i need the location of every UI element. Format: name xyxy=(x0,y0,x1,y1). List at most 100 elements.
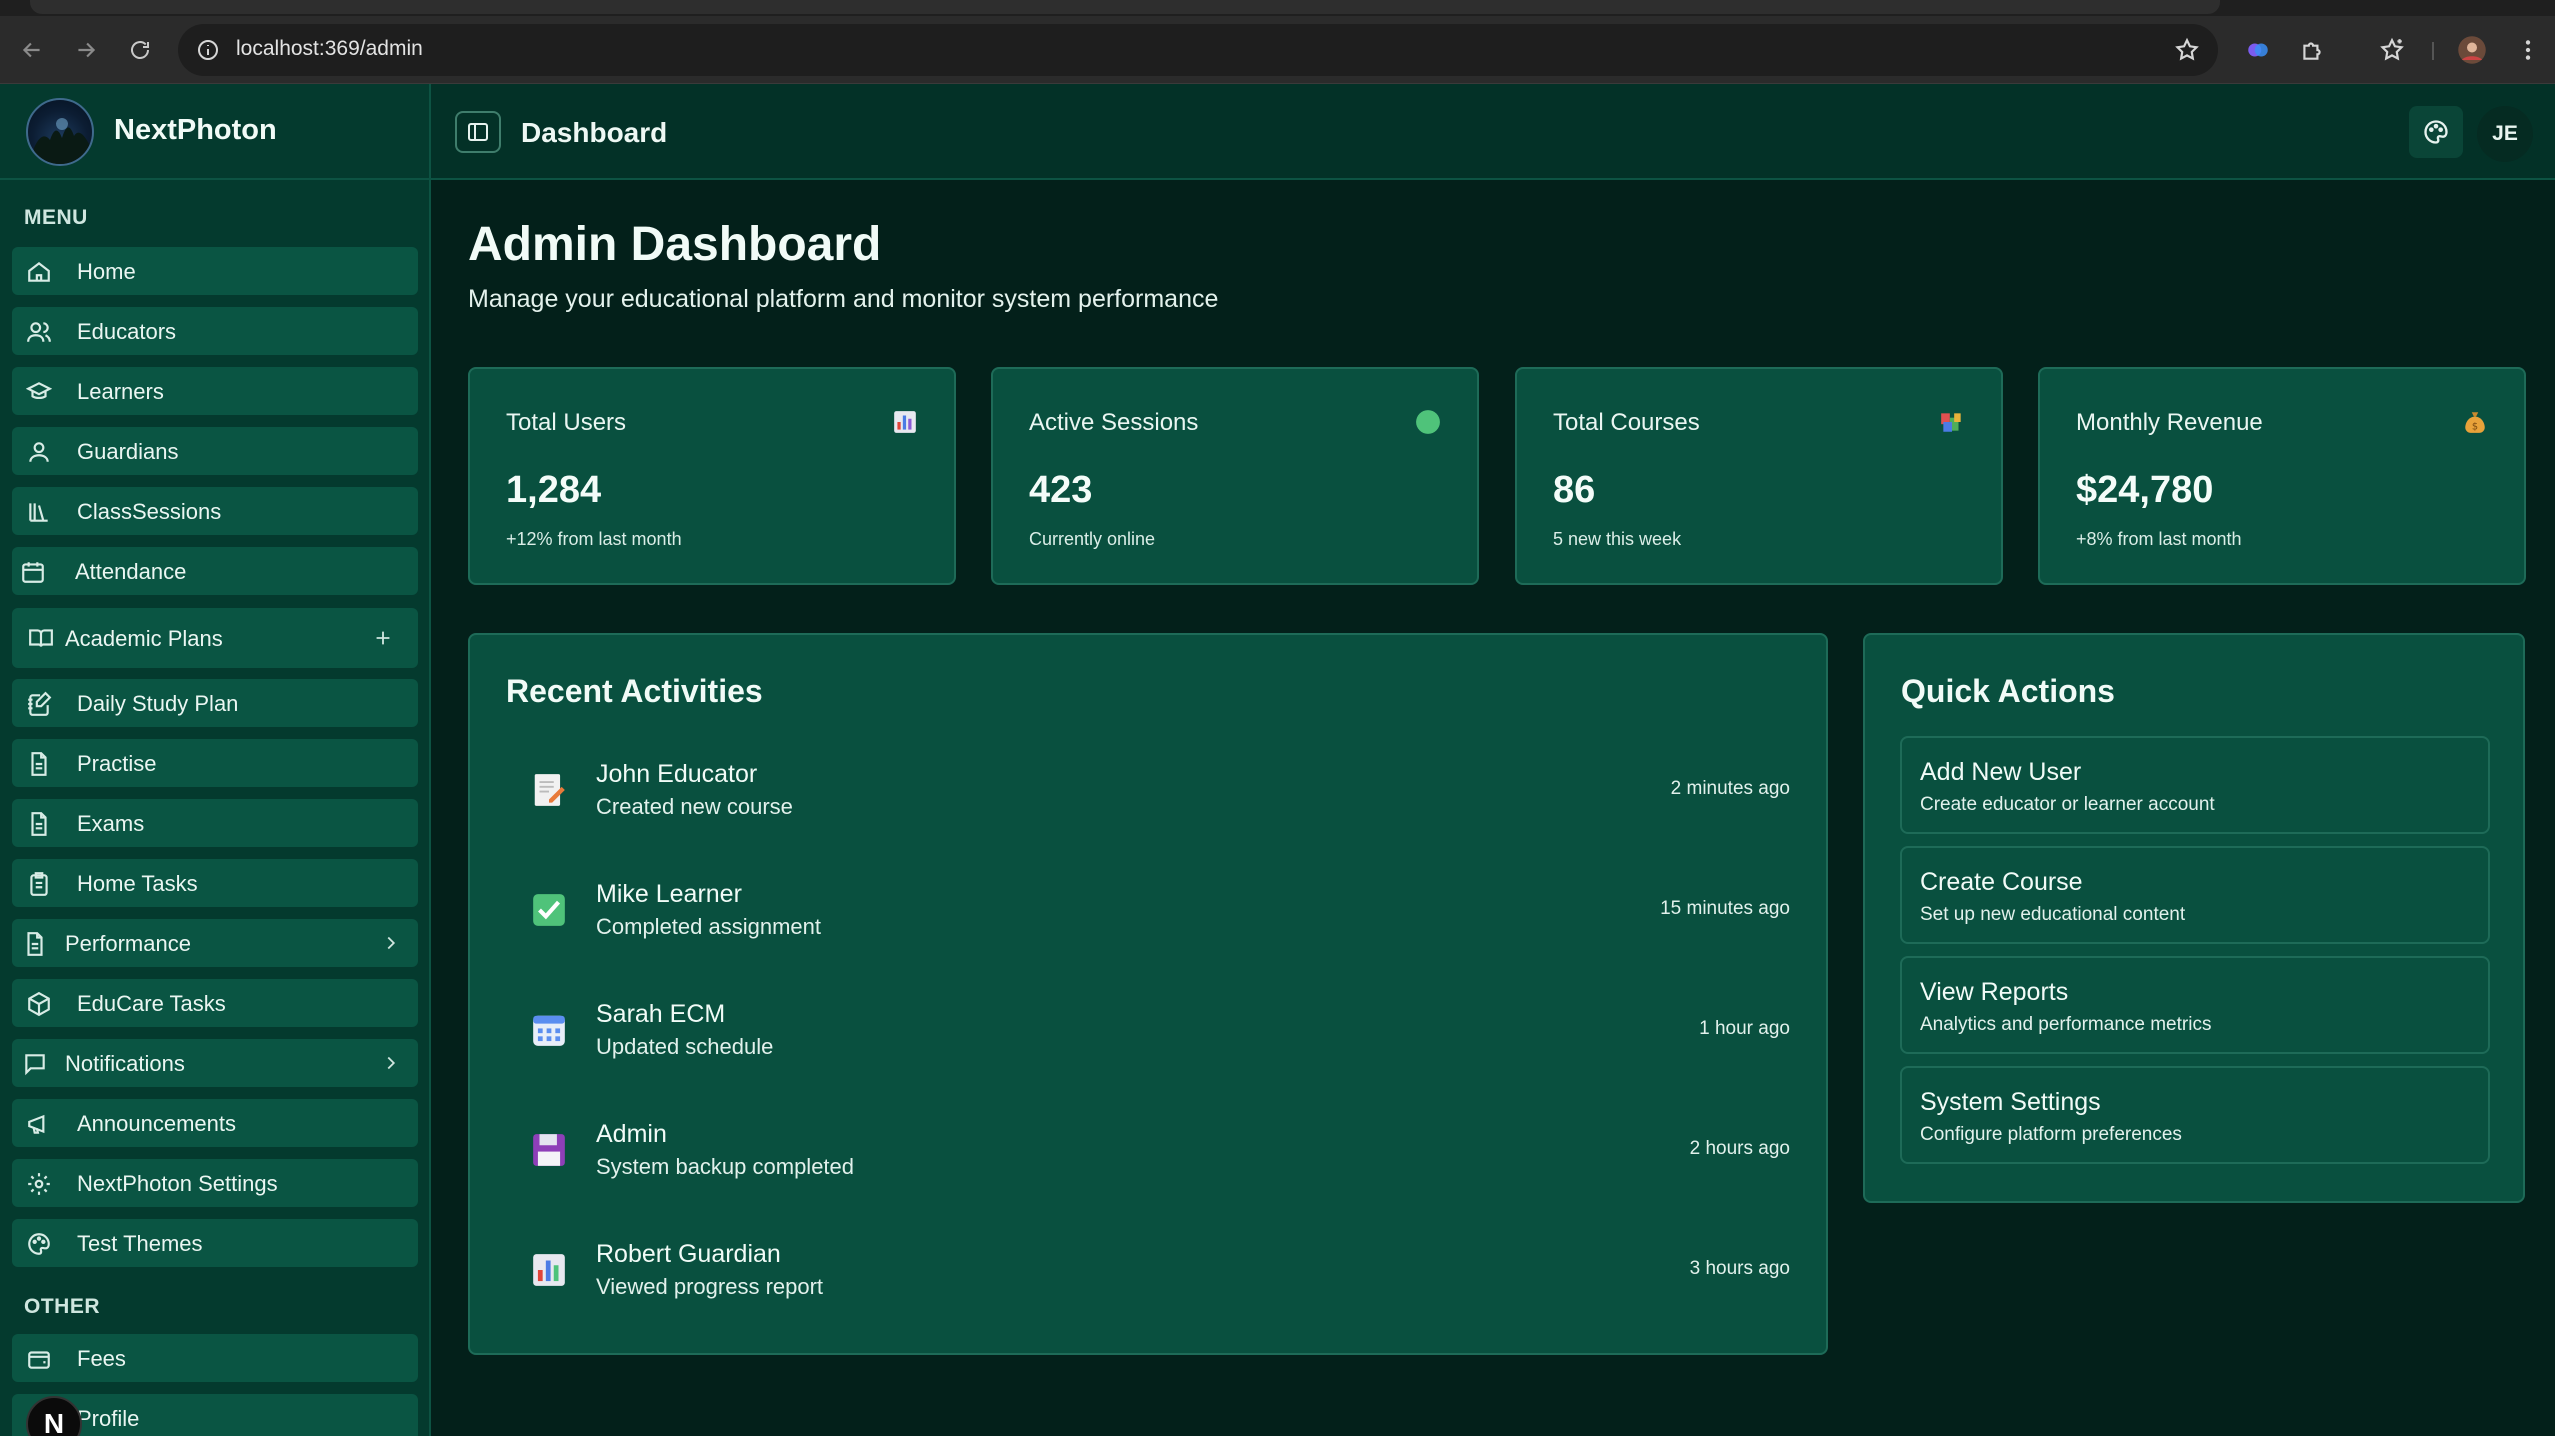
quick-action-description: Configure platform preferences xyxy=(1920,1124,2182,1145)
panel-left-icon xyxy=(468,123,488,141)
activity-user: Robert Guardian xyxy=(596,1240,781,1268)
chevron-right-icon[interactable] xyxy=(380,1052,402,1074)
stat-label: Monthly Revenue xyxy=(2076,409,2263,436)
top-header: Dashboard JE xyxy=(431,84,2555,180)
megaphone-icon xyxy=(28,1114,45,1134)
stat-note: 5 new this week xyxy=(1553,529,1682,549)
quick-action-title: View Reports xyxy=(1920,978,2069,1006)
quick-action-add-new-user[interactable]: Add New User Create educator or learner … xyxy=(1900,736,2490,834)
books-emoji-icon xyxy=(1941,413,1961,432)
stat-label: Total Courses xyxy=(1553,409,1700,436)
bookmarks-icon[interactable] xyxy=(2376,34,2408,66)
sidebar-toggle-button[interactable] xyxy=(455,111,501,153)
extensions-puzzle-icon[interactable] xyxy=(2296,34,2328,66)
activity-user: Mike Learner xyxy=(596,880,742,908)
sidebar-item-nextphoton-settings[interactable]: NextPhoton Settings xyxy=(12,1159,418,1207)
sidebar-item-label: Performance xyxy=(65,931,191,956)
url-text[interactable]: localhost:369/admin xyxy=(236,37,423,61)
activity-time: 15 minutes ago xyxy=(1660,898,1790,919)
wallet-icon xyxy=(28,1351,50,1369)
stat-card-monthly-revenue: Monthly Revenue $ $24,780 +8% from last … xyxy=(2038,367,2526,585)
sidebar-item-educators[interactable]: Educators xyxy=(12,307,418,355)
user-avatar[interactable]: JE xyxy=(2477,106,2533,162)
sidebar-item-test-themes[interactable]: Test Themes xyxy=(12,1219,418,1267)
browser-menu-icon[interactable] xyxy=(2512,34,2544,66)
stat-note: +8% from last month xyxy=(2076,529,2242,549)
sidebar-item-label: Profile xyxy=(77,1406,140,1431)
sidebar-item-exams[interactable]: Exams xyxy=(12,799,418,847)
activity-item: Sarah ECM Updated schedule 1 hour ago xyxy=(506,980,1806,1080)
brand-header[interactable]: NextPhoton xyxy=(0,84,429,180)
sidebar: NextPhoton MENU Home Educators Learners … xyxy=(0,84,431,1436)
sidebar-item-performance[interactable]: Performance xyxy=(12,919,418,967)
file-text-icon xyxy=(31,812,47,836)
activity-time: 2 minutes ago xyxy=(1670,778,1790,799)
sidebar-item-notifications[interactable]: Notifications xyxy=(12,1039,418,1087)
activity-time: 1 hour ago xyxy=(1699,1018,1790,1039)
page-title: Admin Dashboard xyxy=(468,218,882,271)
activity-description: Completed assignment xyxy=(596,914,822,939)
bookmark-star-icon[interactable] xyxy=(2174,37,2200,63)
settings-icon xyxy=(28,1173,50,1195)
activity-user: Admin xyxy=(596,1120,667,1148)
quick-action-title: System Settings xyxy=(1920,1088,2101,1116)
sidebar-item-label: Guardians xyxy=(77,439,179,464)
sidebar-item-label: Learners xyxy=(77,379,164,404)
activity-time: 3 hours ago xyxy=(1689,1258,1790,1279)
money-bag-icon: $ xyxy=(2465,412,2485,433)
sidebar-item-classsessions[interactable]: ClassSessions xyxy=(12,487,418,535)
sidebar-item-practise[interactable]: Practise xyxy=(12,739,418,787)
stat-value: 1,284 xyxy=(506,469,602,511)
activity-description: System backup completed xyxy=(596,1154,855,1179)
back-icon[interactable] xyxy=(14,32,50,68)
extension-copilot-icon[interactable] xyxy=(2242,34,2274,66)
stat-label: Active Sessions xyxy=(1029,409,1199,436)
stat-value: 86 xyxy=(1553,469,1596,511)
active-tab[interactable] xyxy=(30,0,2220,14)
sidebar-item-label: ClassSessions xyxy=(77,499,222,524)
sidebar-item-educare-tasks[interactable]: EduCare Tasks xyxy=(12,979,418,1027)
sidebar-item-learners[interactable]: Learners xyxy=(12,367,418,415)
sidebar-item-academic-plans[interactable]: Academic Plans xyxy=(12,608,418,668)
sidebar-item-label: NextPhoton Settings xyxy=(77,1171,278,1196)
sidebar-item-label: Attendance xyxy=(75,559,187,584)
profile-avatar-icon[interactable] xyxy=(2456,34,2488,66)
reload-icon[interactable] xyxy=(122,32,158,68)
book-open-icon xyxy=(29,629,53,647)
toolbar-separator xyxy=(2432,42,2434,60)
site-info-icon[interactable] xyxy=(196,38,220,62)
bar-chart-emoji-icon xyxy=(894,411,916,433)
quick-action-description: Set up new educational content xyxy=(1920,904,2186,925)
sidebar-item-home-tasks[interactable]: Home Tasks xyxy=(12,859,418,907)
quick-action-system-settings[interactable]: System Settings Configure platform prefe… xyxy=(1900,1066,2490,1164)
sidebar-item-fees[interactable]: Fees xyxy=(12,1334,418,1382)
calendar-icon xyxy=(22,562,44,583)
quick-action-view-reports[interactable]: View Reports Analytics and performance m… xyxy=(1900,956,2490,1054)
sidebar-item-label: Practise xyxy=(77,751,157,776)
stat-note: +12% from last month xyxy=(506,529,682,549)
forward-icon[interactable] xyxy=(68,32,104,68)
sidebar-item-guardians[interactable]: Guardians xyxy=(12,427,418,475)
chevron-right-icon[interactable] xyxy=(380,932,402,954)
sidebar-item-label: Academic Plans xyxy=(65,626,223,651)
stat-value: 423 xyxy=(1029,469,1093,511)
activity-description: Updated schedule xyxy=(596,1034,774,1059)
sidebar-item-attendance[interactable]: Attendance xyxy=(12,547,418,595)
activity-item: John Educator Created new course 2 minut… xyxy=(506,740,1806,840)
activity-user: Sarah ECM xyxy=(596,1000,726,1028)
sidebar-item-label: EduCare Tasks xyxy=(77,991,226,1016)
file-chart-icon xyxy=(27,932,43,956)
stat-card-total-users: Total Users 1,284 +12% from last month xyxy=(468,367,956,585)
address-bar[interactable]: localhost:369/admin xyxy=(178,24,2218,76)
library-icon xyxy=(29,503,48,522)
calendar-emoji-icon xyxy=(533,1015,565,1046)
sidebar-item-daily-study-plan[interactable]: Daily Study Plan xyxy=(12,679,418,727)
theme-button[interactable] xyxy=(2409,106,2463,158)
sidebar-item-home[interactable]: Home xyxy=(12,247,418,295)
users-icon xyxy=(27,322,51,342)
sidebar-item-label: Fees xyxy=(77,1346,126,1371)
quick-action-create-course[interactable]: Create Course Set up new educational con… xyxy=(1900,846,2490,944)
floppy-disk-icon xyxy=(533,1134,565,1166)
plus-icon[interactable] xyxy=(372,627,394,649)
sidebar-item-announcements[interactable]: Announcements xyxy=(12,1099,418,1147)
